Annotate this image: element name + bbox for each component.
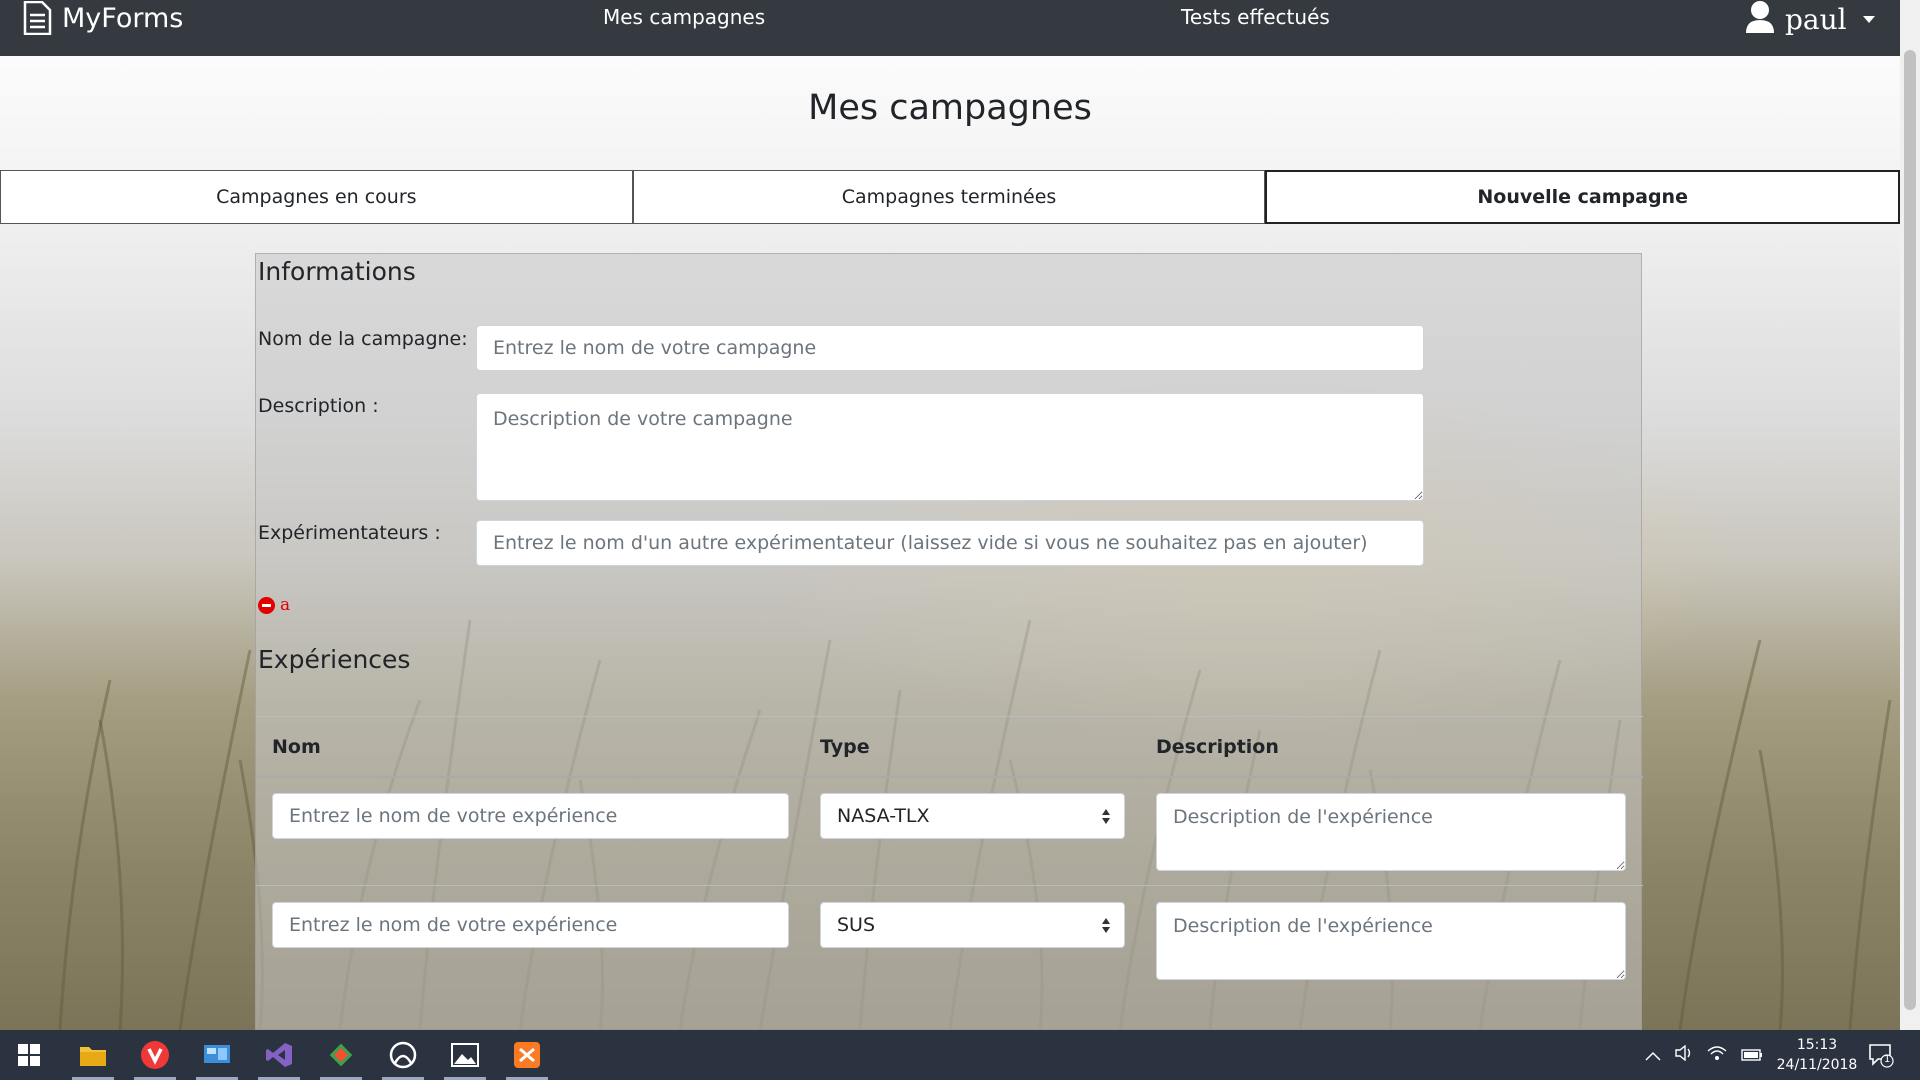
column-header-nom: Nom <box>272 736 321 758</box>
nav-link-tests-effectues[interactable]: Tests effectués <box>1181 5 1330 29</box>
informations-heading: Informations <box>258 257 416 286</box>
taskbar-clock[interactable]: 15:13 24/11/2018 <box>1762 1035 1872 1075</box>
experience-name-input[interactable] <box>272 902 789 948</box>
clock-time: 15:13 <box>1796 1037 1838 1053</box>
vertical-scrollbar[interactable] <box>1900 0 1920 1030</box>
volume-icon[interactable] <box>1675 1044 1693 1065</box>
xampp-icon[interactable] <box>498 1030 556 1080</box>
wifi-icon[interactable] <box>1707 1045 1727 1065</box>
campaign-description-textarea[interactable] <box>476 393 1424 501</box>
experimenters-label: Expérimentateurs : <box>258 522 441 544</box>
notification-count: 1 <box>1884 1054 1891 1065</box>
clock-date: 24/11/2018 <box>1776 1057 1858 1073</box>
experience-type-select[interactable]: NASA-TLX <box>820 793 1125 839</box>
selected-type: NASA-TLX <box>837 805 930 827</box>
tab-campagnes-en-cours[interactable]: Campagnes en cours <box>0 170 633 224</box>
chevron-down-icon <box>1862 15 1875 23</box>
column-header-type: Type <box>820 736 870 758</box>
experience-type-select[interactable]: SUS <box>820 902 1125 948</box>
battery-icon[interactable] <box>1741 1046 1763 1065</box>
campaign-description-label: Description : <box>258 395 379 417</box>
system-tray <box>1645 1030 1763 1080</box>
table-row: SUS <box>256 887 1643 995</box>
experimenter-name: a <box>280 595 291 615</box>
notification-center-icon[interactable]: 1 <box>1868 1042 1894 1072</box>
nav-link-mes-campagnes[interactable]: Mes campagnes <box>603 5 765 29</box>
campaign-name-input[interactable] <box>476 325 1424 371</box>
git-icon[interactable] <box>312 1030 370 1080</box>
tab-campagnes-terminees[interactable]: Campagnes terminées <box>632 170 1266 224</box>
experimenter-item: a <box>258 595 290 615</box>
scrollbar-thumb[interactable] <box>1904 50 1916 1010</box>
file-explorer-icon[interactable] <box>64 1030 122 1080</box>
chevron-up-icon[interactable] <box>1645 1046 1661 1065</box>
page-title: Mes campagnes <box>808 88 1092 128</box>
experiences-heading: Expériences <box>258 645 411 674</box>
photos-icon[interactable] <box>436 1030 494 1080</box>
tab-nouvelle-campagne[interactable]: Nouvelle campagne <box>1265 170 1901 224</box>
document-list-icon <box>22 1 52 35</box>
brand-link[interactable]: MyForms <box>22 0 183 36</box>
campaign-name-label: Nom de la campagne: <box>258 328 468 350</box>
select-arrows-icon <box>1102 809 1110 825</box>
experience-description-textarea[interactable] <box>1156 793 1626 871</box>
user-menu-dropdown[interactable]: paul <box>1745 0 1875 38</box>
table-row: NASA-TLX <box>256 778 1643 886</box>
campaign-tabs: Campagnes en cours Campagnes terminées N… <box>0 170 1901 224</box>
column-header-description: Description <box>1156 736 1279 758</box>
table-header-row: Nom Type Description <box>256 716 1643 778</box>
user-icon <box>1745 0 1775 38</box>
selected-type: SUS <box>837 914 876 936</box>
user-name: paul <box>1785 2 1847 36</box>
top-navbar: MyForms Mes campagnes Tests effectués pa… <box>0 0 1900 56</box>
brand-name: MyForms <box>62 2 184 34</box>
windows-start-icon[interactable] <box>0 1030 58 1080</box>
remove-circle-icon[interactable] <box>258 596 275 614</box>
new-campaign-form: Informations Nom de la campagne: Descrip… <box>255 253 1643 1030</box>
experience-description-textarea[interactable] <box>1156 902 1626 980</box>
experience-name-input[interactable] <box>272 793 789 839</box>
windows-taskbar: 15:13 24/11/2018 1 <box>0 1030 1920 1080</box>
control-panel-icon[interactable] <box>188 1030 246 1080</box>
vivaldi-icon[interactable] <box>126 1030 184 1080</box>
experimenter-input[interactable] <box>476 520 1424 566</box>
visual-studio-icon[interactable] <box>250 1030 308 1080</box>
select-arrows-icon <box>1102 918 1110 934</box>
xbox-icon[interactable] <box>374 1030 432 1080</box>
